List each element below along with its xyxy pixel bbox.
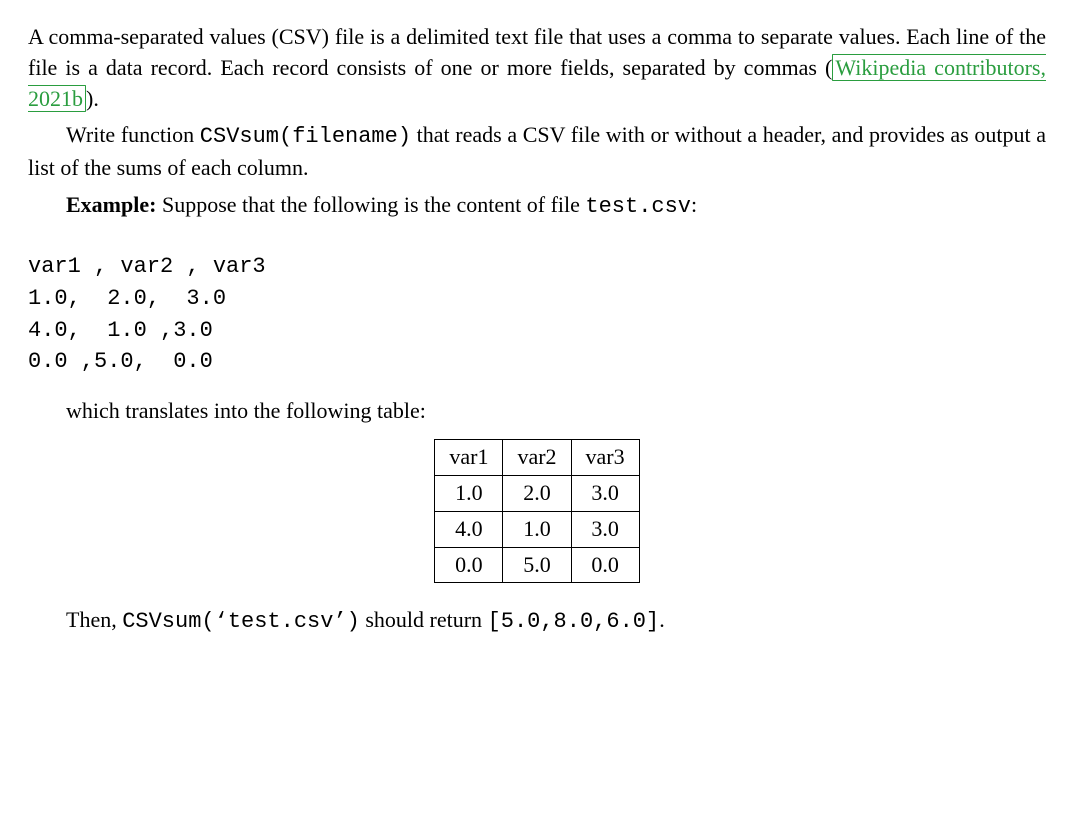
table-cell: 1.0 <box>435 475 503 511</box>
table-row: 0.0 5.0 0.0 <box>435 547 639 583</box>
task-text-a: Write function <box>66 122 200 147</box>
csv-table: var1 var2 var3 1.0 2.0 3.0 4.0 1.0 3.0 0… <box>434 439 639 583</box>
table-header-cell: var3 <box>571 440 639 476</box>
table-cell: 1.0 <box>503 511 571 547</box>
table-header-cell: var1 <box>435 440 503 476</box>
then-text-a: Then, <box>66 607 122 632</box>
then-text-b: should return <box>360 607 488 632</box>
table-row: 1.0 2.0 3.0 <box>435 475 639 511</box>
example-label: Example: <box>66 192 156 217</box>
table-cell: 0.0 <box>571 547 639 583</box>
function-signature: CSVsum(filename) <box>200 124 411 149</box>
intro-paragraph: A comma-separated values (CSV) file is a… <box>28 22 1046 114</box>
csv-content-block: var1 , var2 , var3 1.0, 2.0, 3.0 4.0, 1.… <box>28 251 1046 379</box>
table-cell: 3.0 <box>571 475 639 511</box>
translate-paragraph: which translates into the following tabl… <box>28 396 1046 427</box>
example-text-b: : <box>691 192 697 217</box>
table-cell: 5.0 <box>503 547 571 583</box>
table-cell: 2.0 <box>503 475 571 511</box>
table-cell: 4.0 <box>435 511 503 547</box>
table-row: 4.0 1.0 3.0 <box>435 511 639 547</box>
table-header-row: var1 var2 var3 <box>435 440 639 476</box>
example-filename: test.csv <box>585 194 691 219</box>
example-text-a: Suppose that the following is the conten… <box>156 192 585 217</box>
example-paragraph: Example: Suppose that the following is t… <box>28 190 1046 223</box>
table-cell: 3.0 <box>571 511 639 547</box>
result-paragraph: Then, CSVsum(‘test.csv’) should return [… <box>28 605 1046 638</box>
then-result: [5.0,8.0,6.0] <box>488 609 660 634</box>
table-header-cell: var2 <box>503 440 571 476</box>
task-paragraph: Write function CSVsum(filename) that rea… <box>28 120 1046 184</box>
table-cell: 0.0 <box>435 547 503 583</box>
translate-text: which translates into the following tabl… <box>66 398 426 423</box>
intro-text-b: ). <box>86 86 99 111</box>
then-code: CSVsum(‘test.csv’) <box>122 609 360 634</box>
then-text-c: . <box>659 607 665 632</box>
